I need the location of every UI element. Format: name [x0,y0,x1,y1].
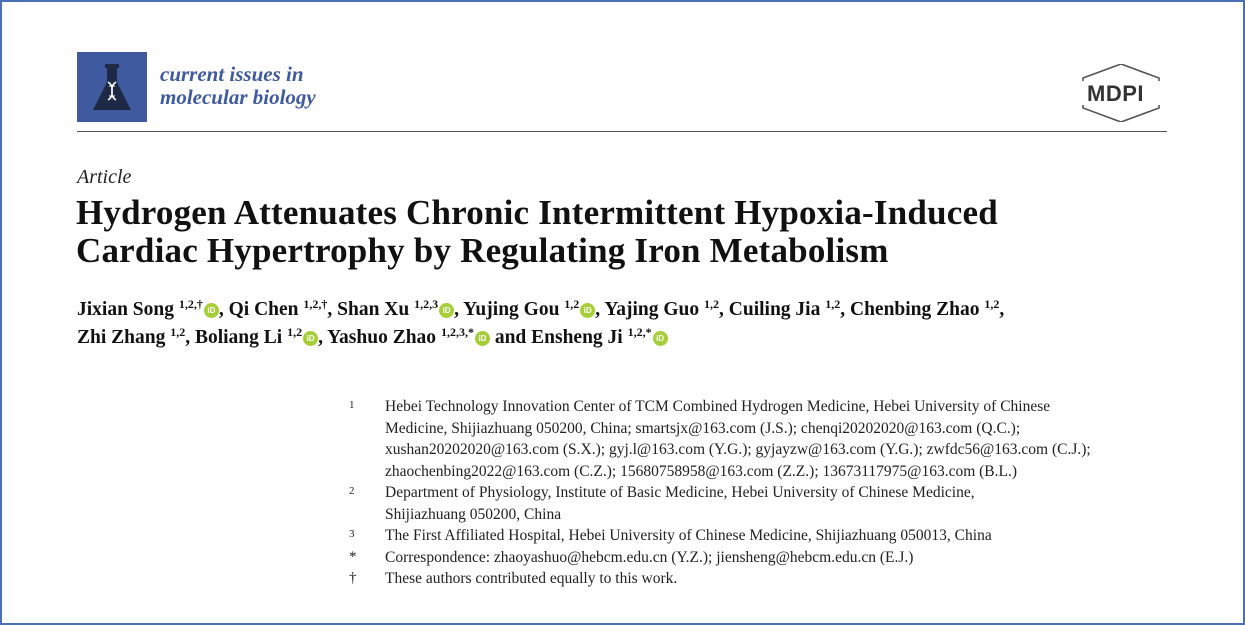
author-name[interactable]: Cuiling Jia [729,299,821,320]
author[interactable]: Jixian Song 1,2,† iD, [77,297,229,320]
author-separator: , [218,299,224,320]
affiliation-line: Shijiazhuang 050200, China [385,505,562,523]
journal-name-line: molecular biology [160,85,316,109]
affiliation-text: The First Affiliated Hospital, Hebei Uni… [385,525,1170,547]
affiliation-line: Correspondence: zhaoyashuo@hebcm.edu.cn … [385,548,914,566]
header-divider [77,131,1167,132]
affiliation-item: * Correspondence: zhaoyashuo@hebcm.edu.cn… [340,547,1170,569]
affiliation-text: Correspondence: zhaoyashuo@hebcm.edu.cn … [385,547,1170,569]
author-affiliation-marks: 1,2 [825,297,841,311]
affiliation-item: 1 Hebei Technology Innovation Center of T… [340,396,1170,482]
author-name[interactable]: Boliang Li [195,327,282,348]
orcid-icon[interactable]: iD [474,331,490,346]
author-affiliation-marks: 1,2 [287,325,303,339]
affiliation-list: 1 Hebei Technology Innovation Center of T… [340,396,1170,590]
affiliation-line: xushan20202020@163.com (S.X.); gyj.l@163… [385,441,1091,458]
author-separator: , [185,327,191,348]
orcid-icon[interactable]: iD [203,303,219,318]
affiliation-marker: 3 [349,528,355,540]
author-separator: , [719,299,724,320]
author-separator: , [454,299,459,320]
author-name[interactable]: Yujing Gou [463,299,559,320]
author-affiliation-marks: 1,2 [170,325,186,339]
affiliation-line: Hebei Technology Innovation Center of TC… [385,398,1051,415]
flask-dna-icon [93,64,131,110]
author[interactable]: Ensheng Ji 1,2,* iD [531,325,668,348]
author-name[interactable]: Jixian Song [77,299,174,320]
affiliation-item: † These authors contributed equally to th… [340,568,1170,590]
affiliation-line: The First Affiliated Hospital, Hebei Uni… [385,527,992,544]
article-title-line: Hydrogen Attenuates Chronic Intermittent… [76,193,998,232]
author[interactable]: Cuiling Jia 1,2, [729,297,850,320]
journal-name-line: current issues in [160,62,304,86]
journal-name: current issues in molecular biology [160,63,420,109]
author-name[interactable]: Zhi Zhang [77,327,165,348]
affiliation-marker: * [349,548,357,565]
author-affiliation-marks: 1,2,3 [414,297,439,311]
author[interactable]: Yashuo Zhao 1,2,3,* iD and [327,325,531,348]
author-list: Jixian Song 1,2,† iD, Qi Chen 1,2,†, Shan… [77,296,1187,352]
author-name[interactable]: Shan Xu [337,299,409,320]
author-line: Jixian Song 1,2,† iD, Qi Chen 1,2,†, Shan… [77,296,1187,324]
author[interactable]: Boliang Li 1,2 iD, [195,325,327,348]
author-separator: , [318,327,323,348]
author-affiliation-marks: 1,2,† [178,297,203,311]
orcid-icon[interactable]: iD [439,303,455,318]
affiliation-line: zhaochenbing2022@163.com (C.Z.); 1568075… [385,462,1018,480]
article-type: Article [77,166,132,188]
article-title-line: Cardiac Hypertrophy by Regulating Iron M… [76,231,889,270]
journal-logo [77,52,147,122]
affiliation-text: Department of Physiology, Institute of B… [385,482,1170,525]
author-name[interactable]: Ensheng Ji [531,327,623,348]
orcid-icon[interactable]: iD [652,331,668,346]
mdpi-logo-text: MDPI [1087,81,1144,106]
author-affiliation-marks: 1,2 [984,297,1000,311]
author-affiliation-marks: 1,2,† [303,297,328,311]
orcid-icon[interactable]: iD [580,303,596,318]
affiliation-item: 2 Department of Physiology, Institute of … [340,482,1170,525]
affiliation-marker: † [349,570,357,586]
author-name[interactable]: Yajing Guo [604,299,699,320]
author-affiliation-marks: 1,2,3,* [440,325,474,339]
affiliation-line: Department of Physiology, Institute of B… [385,484,975,501]
author-affiliation-marks: 1,2 [704,297,720,311]
author[interactable]: Shan Xu 1,2,3 iD, [337,297,463,320]
author[interactable]: Qi Chen 1,2,†, [229,297,338,320]
affiliation-line: These authors contributed equally to thi… [385,570,678,587]
affiliation-text: These authors contributed equally to thi… [385,568,1170,590]
author-name[interactable]: Chenbing Zhao [850,299,980,320]
affiliation-marker: 2 [349,485,355,497]
author-separator: , [595,299,601,320]
author[interactable]: Chenbing Zhao 1,2, [850,297,1005,320]
author-name[interactable]: Yashuo Zhao [327,327,436,348]
orcid-icon[interactable]: iD [303,331,319,346]
author-affiliation-marks: 1,2 [564,297,580,311]
affiliation-marker: 1 [349,399,355,411]
author-separator: , [327,299,333,320]
affiliation-line: Medicine, Shijiazhuang 050200, China; sm… [385,419,1021,437]
affiliation-text: Hebei Technology Innovation Center of TC… [385,396,1170,482]
author[interactable]: Zhi Zhang 1,2, [77,325,195,348]
affiliation-item: 3 The First Affiliated Hospital, Hebei Un… [340,525,1170,547]
author[interactable]: Yajing Guo 1,2, [604,297,728,320]
author-separator: and [489,327,527,348]
author[interactable]: Yujing Gou 1,2 iD, [463,297,604,320]
author-separator: , [999,299,1005,320]
author-separator: , [840,299,846,320]
author-affiliation-marks: 1,2,* [627,325,652,339]
article-title: Hydrogen Attenuates Chronic Intermittent… [76,194,1176,270]
author-line: Zhi Zhang 1,2, Boliang Li 1,2 iD, Yashuo … [77,324,1187,352]
author-name[interactable]: Qi Chen [229,299,299,320]
